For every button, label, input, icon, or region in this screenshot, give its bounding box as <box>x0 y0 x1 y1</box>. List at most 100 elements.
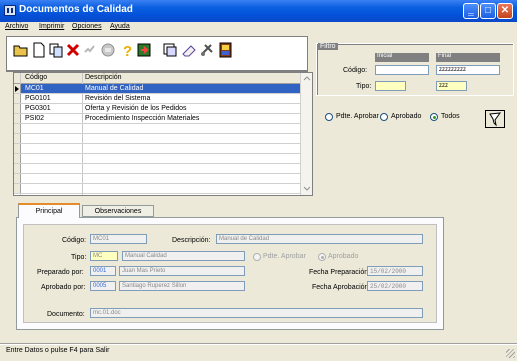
empty-row[interactable] <box>14 174 300 184</box>
refresh-icon[interactable] <box>136 42 152 58</box>
window-title: Documentos de Calidad <box>19 4 133 15</box>
row-indicator <box>14 154 21 163</box>
row-indicator <box>14 174 21 183</box>
app-icon <box>4 5 16 16</box>
detail-preparado-code-field[interactable]: 0001 <box>90 266 116 276</box>
documents-table[interactable]: Código Descripción MC01 Manual de Calidad… <box>13 72 313 196</box>
resize-grip-icon[interactable] <box>506 349 515 358</box>
menu-imprimir[interactable]: Imprimir <box>39 23 64 30</box>
detail-codigo-field[interactable]: MC01 <box>90 234 147 244</box>
row-indicator <box>14 164 21 173</box>
maximize-button[interactable]: □ <box>480 3 496 19</box>
radio-aprobado-label[interactable]: Aprobado <box>391 113 421 120</box>
filter-codigo-label: Código: <box>343 67 368 74</box>
delete-icon[interactable] <box>65 42 81 58</box>
filter-inicial-header: Inicial <box>375 53 429 62</box>
empty-row[interactable] <box>14 184 300 194</box>
clear-icon[interactable] <box>181 42 197 58</box>
filter-final-header: Final <box>436 53 500 62</box>
detail-aprobado-code-field[interactable]: 0005 <box>90 281 116 291</box>
cell-codigo: PG0101 <box>25 95 51 102</box>
detail-fecha-aprob-field[interactable]: 25/02/2000 <box>367 281 423 291</box>
row-indicator <box>14 94 21 103</box>
new-document-icon[interactable] <box>31 42 47 58</box>
close-button[interactable]: ✕ <box>497 3 513 19</box>
header-codigo[interactable]: Código <box>25 74 47 81</box>
detail-aprobado-name-field: Santiago Ruperez Sillon <box>119 281 245 291</box>
scroll-up-icon[interactable] <box>303 75 311 81</box>
copy-icon[interactable] <box>48 42 64 58</box>
minimize-button[interactable]: ‗ <box>463 3 479 19</box>
detail-documento-label: Documento: <box>47 311 85 318</box>
radio-aprobado[interactable] <box>380 113 388 121</box>
apply-filter-button[interactable] <box>485 110 505 128</box>
table-header: Código Descripción <box>14 73 300 84</box>
radio-pdte-aprobar[interactable] <box>325 113 333 121</box>
filter-tipo-inicial-input[interactable] <box>375 81 406 91</box>
header-descripcion[interactable]: Descripción <box>85 74 122 81</box>
menu-ayuda[interactable]: Ayuda <box>110 23 130 30</box>
detail-radio-aprobado[interactable] <box>318 253 326 261</box>
radio-todos[interactable] <box>430 113 438 121</box>
filter-codigo-inicial-input[interactable] <box>375 65 429 75</box>
open-folder-icon[interactable] <box>13 42 29 58</box>
row-indicator <box>14 134 21 143</box>
print-icon[interactable] <box>100 42 116 58</box>
empty-row[interactable] <box>14 144 300 154</box>
detail-tipo-desc-field: Manual Calidad <box>122 251 245 261</box>
filter-tipo-final-input[interactable]: zzz <box>436 81 467 91</box>
row-indicator <box>14 124 21 133</box>
detail-documento-field[interactable]: mc.01.doc <box>90 308 423 318</box>
menu-archivo[interactable]: Archivo <box>5 23 28 30</box>
settings-icon[interactable] <box>199 42 215 58</box>
radio-pdte-aprobar-label[interactable]: Pdte. Aprobar <box>336 113 379 120</box>
filter-tipo-label: Tipo: <box>356 83 372 90</box>
cell-descripcion: Revisión del Sistema <box>85 95 151 102</box>
empty-row[interactable] <box>14 124 300 134</box>
detail-radio-pdte-label[interactable]: Pdte. Aprobar <box>263 253 306 260</box>
edit-icon[interactable] <box>82 42 98 58</box>
detail-descripcion-field[interactable]: Manual de Calidad <box>216 234 423 244</box>
stack-icon[interactable] <box>162 42 178 58</box>
detail-tipo-field[interactable]: MC <box>90 251 118 261</box>
vertical-scrollbar[interactable] <box>300 73 312 195</box>
help-icon[interactable]: ? <box>119 42 135 58</box>
cell-descripcion: Oferta y Revisión de los Pedidos <box>85 105 187 112</box>
table-row[interactable]: PG0301 Oferta y Revisión de los Pedidos <box>14 104 300 114</box>
detail-radio-aprobado-label[interactable]: Aprobado <box>328 253 358 260</box>
tab-principal[interactable]: Principal <box>18 203 80 218</box>
detail-aprobado-label: Aprobado por: <box>41 284 86 291</box>
detail-codigo-label: Código: <box>62 237 87 244</box>
svg-text:?: ? <box>123 43 132 58</box>
scroll-down-icon[interactable] <box>303 186 311 192</box>
filter-codigo-final-input[interactable]: zzzzzzzzz <box>436 65 500 75</box>
radio-todos-label[interactable]: Todos <box>441 113 460 120</box>
empty-row[interactable] <box>14 154 300 164</box>
detail-fecha-prep-label: Fecha Preparación: <box>309 269 371 276</box>
detail-radio-pdte-aprobar[interactable] <box>253 253 261 261</box>
cell-descripcion: Procedimiento Inspección Materiales <box>85 115 200 122</box>
row-indicator <box>14 144 21 153</box>
table-row[interactable]: PG0101 Revisión del Sistema <box>14 94 300 104</box>
filter-title: Filtro <box>318 43 338 50</box>
table-row[interactable]: MC01 Manual de Calidad <box>14 84 300 94</box>
exit-icon[interactable] <box>218 42 234 58</box>
filter-funnel-icon <box>489 112 502 127</box>
detail-fecha-prep-field[interactable]: 15/02/2000 <box>367 266 423 276</box>
empty-row[interactable] <box>14 164 300 174</box>
cell-codigo: MC01 <box>25 85 44 92</box>
cell-codigo: PG0301 <box>25 105 51 112</box>
row-indicator <box>14 104 21 113</box>
detail-descripcion-label: Descripción: <box>172 237 211 244</box>
cell-descripcion: Manual de Calidad <box>85 85 144 92</box>
row-indicator <box>14 184 21 193</box>
status-text: Entre Datos o pulse F4 para Salir <box>6 347 110 354</box>
table-row[interactable]: PSI02 Procedimiento Inspección Materiales <box>14 114 300 124</box>
row-indicator <box>14 84 21 93</box>
detail-preparado-label: Preparado por: <box>37 269 84 276</box>
tab-observaciones[interactable]: Observaciones <box>82 205 154 217</box>
row-indicator <box>14 114 21 123</box>
empty-row[interactable] <box>14 134 300 144</box>
detail-preparado-name-field: Juan Mas Prieto <box>119 266 245 276</box>
menu-opciones[interactable]: Opciones <box>72 23 102 30</box>
